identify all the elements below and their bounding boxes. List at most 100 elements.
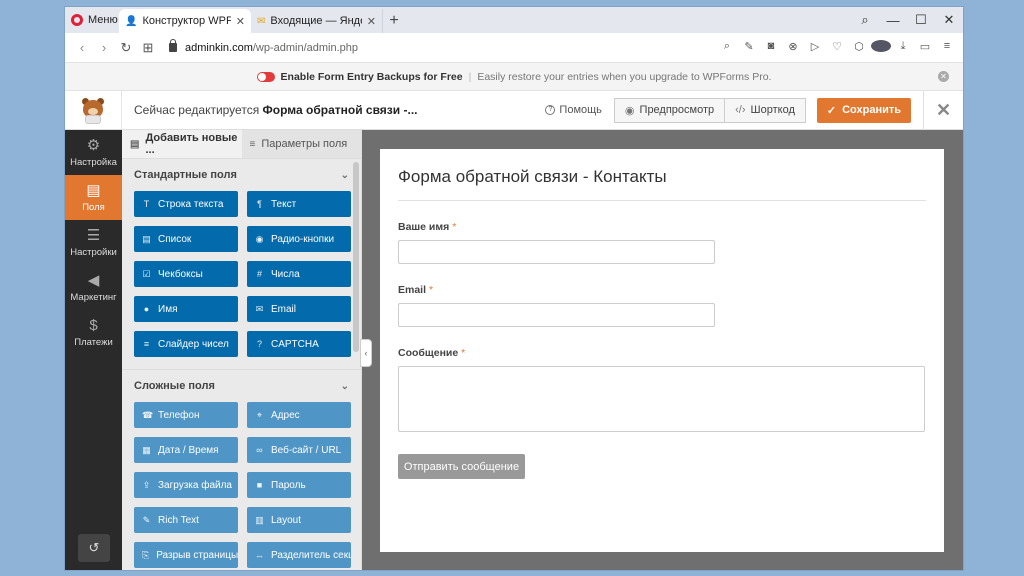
tab-wpforms-builder[interactable]: 👤 Конструктор WPForms ‹ A ✕ bbox=[119, 9, 251, 33]
field-button-single-line[interactable]: T Строка текста bbox=[134, 191, 238, 217]
speed-dial-icon[interactable]: ⊞ bbox=[137, 40, 159, 56]
tab-field-options[interactable]: ≡ Параметры поля bbox=[241, 130, 361, 158]
chevron-down-icon: ⌄ bbox=[340, 169, 349, 181]
search-tabs-icon[interactable]: ⌕ bbox=[851, 12, 879, 28]
address-bar: ‹ › ↻ ⊞ adminkin.com/wp-admin/admin.php … bbox=[65, 33, 963, 63]
battery-icon[interactable]: ▭ bbox=[915, 40, 935, 55]
notice-text: Easily restore your entries when you upg… bbox=[477, 70, 772, 83]
message-textarea-preview[interactable] bbox=[398, 366, 925, 432]
field-button-rich-text[interactable]: ✎ Rich Text bbox=[134, 507, 238, 533]
field-label: Слайдер чисел bbox=[158, 338, 229, 350]
opera-logo-icon bbox=[71, 14, 83, 26]
edit-icon[interactable]: ✎ bbox=[739, 40, 759, 55]
field-button-page-break[interactable]: ⎘ Разрыв страницы bbox=[134, 542, 238, 568]
sidebar-item-marketing[interactable]: ◀ Маркетинг bbox=[65, 265, 122, 310]
field-button-dropdown[interactable]: ▤ Список bbox=[134, 226, 238, 252]
tab-add-fields[interactable]: ▤ Добавить новые ... bbox=[122, 130, 242, 158]
field-label-email[interactable]: Email * bbox=[398, 284, 926, 296]
lens-icon[interactable]: ⌕ bbox=[717, 40, 737, 55]
field-label: Числа bbox=[271, 268, 300, 280]
maximize-button[interactable]: ☐ bbox=[907, 12, 935, 28]
submit-button[interactable]: Отправить сообщение bbox=[398, 454, 525, 479]
name-input-preview[interactable] bbox=[398, 240, 715, 264]
minimize-button[interactable]: — bbox=[879, 13, 907, 28]
profile-icon[interactable] bbox=[871, 40, 891, 55]
tab-yandex-mail[interactable]: ✉ Входящие — Яндекс Почт ✕ bbox=[251, 9, 383, 33]
tab-close-icon[interactable]: ✕ bbox=[367, 15, 376, 28]
field-button-url[interactable]: ∞ Веб-сайт / URL bbox=[247, 437, 351, 463]
mail-icon: ✉ bbox=[257, 15, 266, 27]
field-label: Чекбоксы bbox=[158, 268, 203, 280]
field-button-file-upload[interactable]: ⇪ Загрузка файла bbox=[134, 472, 238, 498]
sidebar-item-setup[interactable]: ⚙ Настройка bbox=[65, 130, 122, 175]
url-path: /wp-admin/admin.php bbox=[252, 41, 359, 54]
heart-icon[interactable]: ♡ bbox=[827, 40, 847, 55]
field-button-address[interactable]: ⌖ Адрес bbox=[247, 402, 351, 428]
new-tab-button[interactable]: + bbox=[383, 9, 405, 33]
tab-close-icon[interactable]: ✕ bbox=[236, 15, 245, 28]
forward-button[interactable]: › bbox=[93, 40, 115, 55]
close-window-button[interactable]: ✕ bbox=[935, 12, 963, 28]
field-button-numbers[interactable]: # Числа bbox=[247, 261, 351, 287]
field-button-captcha[interactable]: ? CAPTCHA bbox=[247, 331, 351, 357]
cube-icon[interactable]: ⬡ bbox=[849, 40, 869, 55]
field-button-layout[interactable]: ▥ Layout bbox=[247, 507, 351, 533]
camera-icon[interactable]: ◙ bbox=[761, 40, 781, 55]
close-builder-icon[interactable]: ✕ bbox=[923, 90, 963, 130]
field-label: Rich Text bbox=[158, 514, 199, 526]
opera-menu-button[interactable]: Меню bbox=[65, 7, 119, 33]
required-mark: * bbox=[428, 284, 434, 296]
field-button-paragraph[interactable]: ¶ Текст bbox=[247, 191, 351, 217]
revisions-history-icon[interactable]: ↺ bbox=[78, 534, 110, 562]
field-button-password[interactable]: ■ Пароль bbox=[247, 472, 351, 498]
panel-tabs: ▤ Добавить новые ... ≡ Параметры поля bbox=[122, 130, 361, 159]
reload-button[interactable]: ↻ bbox=[115, 40, 137, 56]
window-controls: ⌕ — ☐ ✕ bbox=[851, 7, 963, 33]
settings-icon[interactable]: ≡ bbox=[937, 40, 957, 55]
sidebar-item-payments[interactable]: $ Платежи bbox=[65, 310, 122, 355]
field-button-name[interactable]: ● Имя bbox=[134, 296, 238, 322]
standard-fields-header[interactable]: Стандартные поля ⌄ bbox=[122, 159, 361, 191]
field-label-message[interactable]: Сообщение * bbox=[398, 347, 926, 359]
email-input-preview[interactable] bbox=[398, 303, 715, 327]
download-icon[interactable]: ⤓ bbox=[893, 40, 913, 55]
field-button-section-divider[interactable]: ↔ Разделитель секц... bbox=[247, 542, 351, 568]
help-button[interactable]: ? Помощь bbox=[545, 104, 602, 116]
url-field[interactable]: adminkin.com/wp-admin/admin.php bbox=[169, 39, 359, 54]
collapse-panel-icon[interactable]: ‹ bbox=[360, 339, 372, 367]
lock-icon bbox=[169, 39, 177, 52]
preview-button[interactable]: ◉ Предпросмотр bbox=[613, 97, 726, 123]
code-icon: ‹/› bbox=[735, 104, 746, 116]
block-icon[interactable]: ⊗ bbox=[783, 40, 803, 55]
section-title: Сложные поля bbox=[134, 380, 215, 392]
field-button-number-slider[interactable]: ≡ Слайдер чисел bbox=[134, 331, 238, 357]
dollar-icon: $ bbox=[89, 316, 98, 334]
fancy-fields-header[interactable]: Сложные поля ⌄ bbox=[122, 370, 361, 402]
notice-close-icon[interactable]: ✕ bbox=[938, 71, 949, 82]
tab-strip: Меню 👤 Конструктор WPForms ‹ A ✕ ✉ Входя… bbox=[65, 7, 963, 33]
arrows-icon: ↔ bbox=[255, 550, 264, 560]
checkbox-icon: ☑ bbox=[142, 268, 151, 279]
form-title[interactable]: Форма обратной связи - Контакты bbox=[398, 149, 926, 201]
header-actions: ? Помощь ◉ Предпросмотр ‹/› Шорткод ✓ Со… bbox=[545, 90, 963, 130]
field-button-email[interactable]: ✉ Email bbox=[247, 296, 351, 322]
field-button-checkboxes[interactable]: ☑ Чекбоксы bbox=[134, 261, 238, 287]
sliders-icon: ☰ bbox=[86, 226, 101, 244]
panel-scrollbar[interactable] bbox=[353, 162, 359, 352]
field-button-radio[interactable]: ◉ Радио-кнопки bbox=[247, 226, 351, 252]
sidebar-item-label: Настройка bbox=[70, 156, 117, 168]
send-icon[interactable]: ▷ bbox=[805, 40, 825, 55]
field-button-phone[interactable]: ☎ Телефон bbox=[134, 402, 238, 428]
save-button[interactable]: ✓ Сохранить bbox=[816, 97, 911, 123]
columns-icon: ▥ bbox=[255, 514, 264, 525]
backup-toggle[interactable] bbox=[256, 71, 275, 82]
sidebar-item-settings[interactable]: ☰ Настройки bbox=[65, 220, 122, 265]
back-button[interactable]: ‹ bbox=[71, 40, 93, 55]
sidebar-item-fields[interactable]: ▤ Поля bbox=[65, 175, 122, 220]
field-label-name[interactable]: Ваше имя * bbox=[398, 221, 926, 233]
field-button-date-time[interactable]: ▦ Дата / Время bbox=[134, 437, 238, 463]
hash-icon: # bbox=[256, 269, 262, 279]
tab-label: Конструктор WPForms ‹ A bbox=[142, 15, 231, 27]
shortcode-button[interactable]: ‹/› Шорткод bbox=[725, 97, 806, 123]
standard-fields-grid: T Строка текста ¶ Текст ▤ Список ◉ Радио-кно… bbox=[122, 191, 361, 357]
